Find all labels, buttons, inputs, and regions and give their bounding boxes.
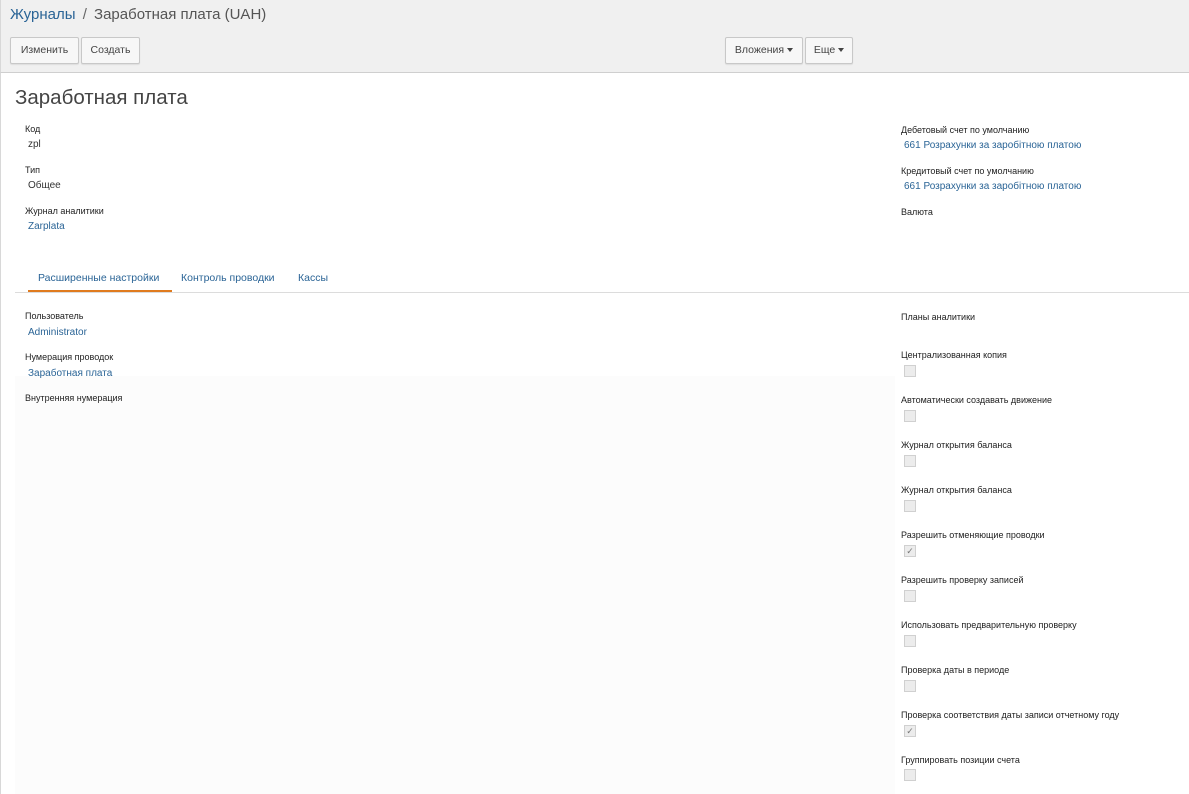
checkbox-label: Централизованная копия xyxy=(901,350,1007,360)
caret-down-icon xyxy=(787,48,794,53)
tab-cash-registers[interactable]: Кассы xyxy=(298,272,328,284)
checkbox-label: Журнал открытия баланса xyxy=(901,440,1012,450)
breadcrumb-journals-link[interactable]: Журналы xyxy=(10,6,76,23)
edit-button[interactable]: Изменить xyxy=(10,37,79,64)
type-label: Тип xyxy=(25,165,41,175)
checkbox-label: Журнал открытия баланса xyxy=(901,485,1012,495)
breadcrumb-current: Заработная плата (UAH) xyxy=(94,6,267,23)
tab-body-panel xyxy=(15,376,895,794)
use-pre-validation-checkbox[interactable] xyxy=(904,635,916,647)
more-label: Еще xyxy=(813,44,836,56)
user-link[interactable]: Administrator xyxy=(28,327,87,338)
allow-entry-validation-checkbox[interactable] xyxy=(904,590,916,602)
centralized-copy-checkbox[interactable] xyxy=(904,365,916,377)
create-button[interactable]: Создать xyxy=(81,37,140,64)
checkbox-label: Группировать позиции счета xyxy=(901,755,1020,765)
attachments-dropdown[interactable]: Вложения xyxy=(725,37,803,64)
entry-sequence-link[interactable]: Заработная плата xyxy=(28,368,112,379)
code-label: Код xyxy=(25,124,41,134)
checkbox-label: Разрешить отменяющие проводки xyxy=(901,530,1045,540)
internal-sequence-label: Внутренняя нумерация xyxy=(25,393,123,403)
tab-posting-control[interactable]: Контроль проводки xyxy=(181,272,275,284)
checkbox-label: Проверка соответствия даты записи отчетн… xyxy=(901,710,1120,720)
type-value: Общее xyxy=(28,180,61,191)
checkmark-icon: ✓ xyxy=(906,546,914,556)
attachments-label: Вложения xyxy=(734,44,785,56)
page-title: Заработная плата xyxy=(15,86,188,109)
caret-down-icon xyxy=(838,48,845,53)
group-invoice-lines-checkbox[interactable] xyxy=(904,769,916,781)
currency-label: Валюта xyxy=(901,207,933,217)
entry-sequence-label: Нумерация проводок xyxy=(25,352,114,362)
create-button-label: Создать xyxy=(90,44,131,56)
checkbox-label: Автоматически создавать движение xyxy=(901,395,1052,405)
credit-account-label: Кредитовый счет по умолчанию xyxy=(901,166,1034,176)
analytic-journal-label: Журнал аналитики xyxy=(25,206,104,216)
user-label: Пользователь xyxy=(25,311,84,321)
edit-button-label: Изменить xyxy=(20,44,69,56)
code-value: zpl xyxy=(28,139,41,150)
breadcrumb: Журналы / Заработная плата (UAH) xyxy=(10,6,266,23)
breadcrumb-separator: / xyxy=(82,6,87,23)
tabs-divider xyxy=(15,292,1189,293)
checkmark-icon: ✓ xyxy=(906,726,914,736)
control-panel: Журналы / Заработная плата (UAH) Изменит… xyxy=(0,0,1189,73)
checkbox-label: Разрешить проверку записей xyxy=(901,575,1024,585)
credit-account-link[interactable]: 661 Розрахунки за заробітною платою xyxy=(904,181,1081,192)
debit-account-link[interactable]: 661 Розрахунки за заробітною платою xyxy=(904,140,1081,151)
check-date-fiscal-year-checkbox[interactable]: ✓ xyxy=(904,725,916,737)
analytic-journal-link[interactable]: Zarplata xyxy=(28,221,65,232)
opening-balance-journal-checkbox[interactable] xyxy=(904,455,916,467)
checkbox-label: Проверка даты в периоде xyxy=(901,665,1010,675)
tab-advanced-settings[interactable]: Расширенные настройки xyxy=(38,272,159,284)
opening-balance-journal-checkbox-2[interactable] xyxy=(904,500,916,512)
allow-reversing-entries-checkbox[interactable]: ✓ xyxy=(904,545,916,557)
auto-create-move-checkbox[interactable] xyxy=(904,410,916,422)
analytic-plans-label: Планы аналитики xyxy=(901,312,976,322)
debit-account-label: Дебетовый счет по умолчанию xyxy=(901,125,1030,135)
check-date-in-period-checkbox[interactable] xyxy=(904,680,916,692)
more-dropdown[interactable]: Еще xyxy=(805,37,853,64)
checkbox-label: Использовать предварительную проверку xyxy=(901,620,1077,630)
